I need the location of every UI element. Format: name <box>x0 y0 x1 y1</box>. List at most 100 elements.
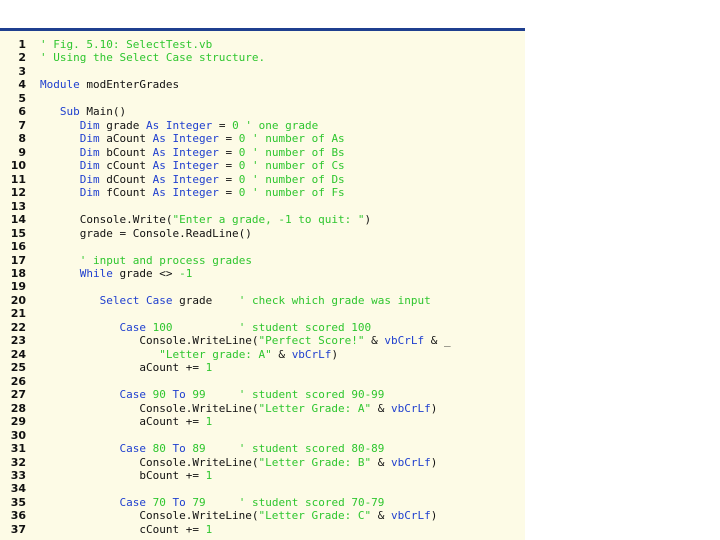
line-number: 12 <box>10 186 26 200</box>
keyword-token: vbCrLf <box>391 509 431 523</box>
plain-token: dCount <box>99 172 153 186</box>
code-line: Select Case grade ' check which grade wa… <box>40 294 525 307</box>
plain-token: grade <> <box>112 266 180 280</box>
line-number: 16 <box>10 240 26 254</box>
keyword-token: Dim <box>79 132 100 146</box>
line-number: 18 <box>10 266 26 280</box>
line-number: 23 <box>10 334 26 348</box>
plain-token: grade <box>172 293 239 307</box>
comment-token: ' number of Ds <box>251 172 345 186</box>
code-line: aCount += 1 <box>40 361 525 374</box>
keyword-token: As Integer <box>152 132 219 146</box>
plain-token: ) <box>430 509 438 523</box>
plain-token: aCount += <box>40 361 206 375</box>
string-token: "Perfect Score!" <box>258 334 365 348</box>
keyword-token: Case <box>119 388 146 402</box>
plain-token: & _ <box>424 334 451 348</box>
line-number: 32 <box>10 455 26 469</box>
line-number: 35 <box>10 495 26 509</box>
keyword-token: As Integer <box>145 118 213 132</box>
keyword-token: To <box>172 442 186 456</box>
line-number: 2 <box>18 51 26 65</box>
line-number: 20 <box>10 293 26 307</box>
keyword-token: To <box>172 388 186 402</box>
keyword-token: As Integer <box>152 172 219 186</box>
plain-token: fCount <box>99 186 153 200</box>
line-number: 34 <box>10 482 26 496</box>
plain-token: Console.WriteLine( <box>40 401 259 415</box>
line-number: 30 <box>10 428 26 442</box>
code-line: Case 100 ' student scored 100 <box>40 321 525 334</box>
keyword-token: vbCrLf <box>391 455 431 469</box>
line-number: 19 <box>10 280 26 294</box>
code-line: Case 70 To 79 ' student scored 70-79 <box>40 496 525 509</box>
keyword-token: To <box>172 495 186 509</box>
line-number: 22 <box>10 320 26 334</box>
number-token: 1 <box>205 469 213 482</box>
code-line: "Letter grade: A" & vbCrLf) <box>40 348 525 361</box>
plain-token: aCount <box>99 132 153 146</box>
number-token: 80 <box>152 442 166 456</box>
line-number: 1 <box>18 38 26 51</box>
plain-token: grade = Console.ReadLine() <box>40 226 252 240</box>
code-line: Dim grade As Integer = 0 ' one grade <box>40 119 525 132</box>
line-number: 24 <box>10 347 26 361</box>
plain-token: Console.WriteLine( <box>40 509 259 523</box>
code-line: aCount += 1 <box>40 415 525 428</box>
line-number: 14 <box>10 213 26 227</box>
plain-token: & <box>271 347 292 361</box>
keyword-token: Dim <box>79 118 100 132</box>
comment-token: ' student scored 80-89 <box>238 442 385 456</box>
plain-token: & <box>371 455 392 469</box>
keyword-token: Dim <box>79 159 100 173</box>
comment-token: ' one grade <box>245 118 319 132</box>
number-token: 99 <box>192 388 206 402</box>
keyword-token: Dim <box>79 186 100 200</box>
plain-token: cCount += <box>40 522 206 536</box>
comment-token: ' number of Bs <box>251 145 345 159</box>
comment-token: ' number of Cs <box>251 159 345 173</box>
keyword-token: As Integer <box>152 159 219 173</box>
keyword-token: Sub <box>59 105 80 119</box>
comment-token: ' student scored 70-79 <box>238 495 385 509</box>
plain-token: = <box>218 172 239 186</box>
line-number: 27 <box>10 388 26 402</box>
keyword-token: While <box>79 266 113 280</box>
code-line: Dim bCount As Integer = 0 ' number of Bs <box>40 146 525 159</box>
code-line: Dim aCount As Integer = 0 ' number of As <box>40 132 525 145</box>
code-line: Module modEnterGrades <box>40 78 525 91</box>
line-number: 9 <box>18 145 26 159</box>
line-number: 7 <box>18 118 26 132</box>
comment-token: ' check which grade was input <box>238 293 431 307</box>
comment-token: ' student scored 90-99 <box>238 388 385 402</box>
line-number: 26 <box>10 374 26 388</box>
number-token: 1 <box>205 522 213 536</box>
keyword-token: Select Case <box>99 293 173 307</box>
code-line: grade = Console.ReadLine() <box>40 227 525 240</box>
plain-token: = <box>212 118 233 132</box>
code-listing: 1 2 3 4 5 6 7 8 9 10 11 12 13 14 15 16 17 18 19 20 21 22 23 24 2… <box>0 31 525 540</box>
string-token: "Letter grade: A" <box>159 347 272 361</box>
plain-token: ) <box>364 213 372 227</box>
keyword-token: Dim <box>79 172 100 186</box>
code-line: ' Using the Select Case structure. <box>40 51 525 64</box>
plain-token: bCount <box>99 145 153 159</box>
keyword-token: Dim <box>79 145 100 159</box>
keyword-token: Case <box>119 442 146 456</box>
